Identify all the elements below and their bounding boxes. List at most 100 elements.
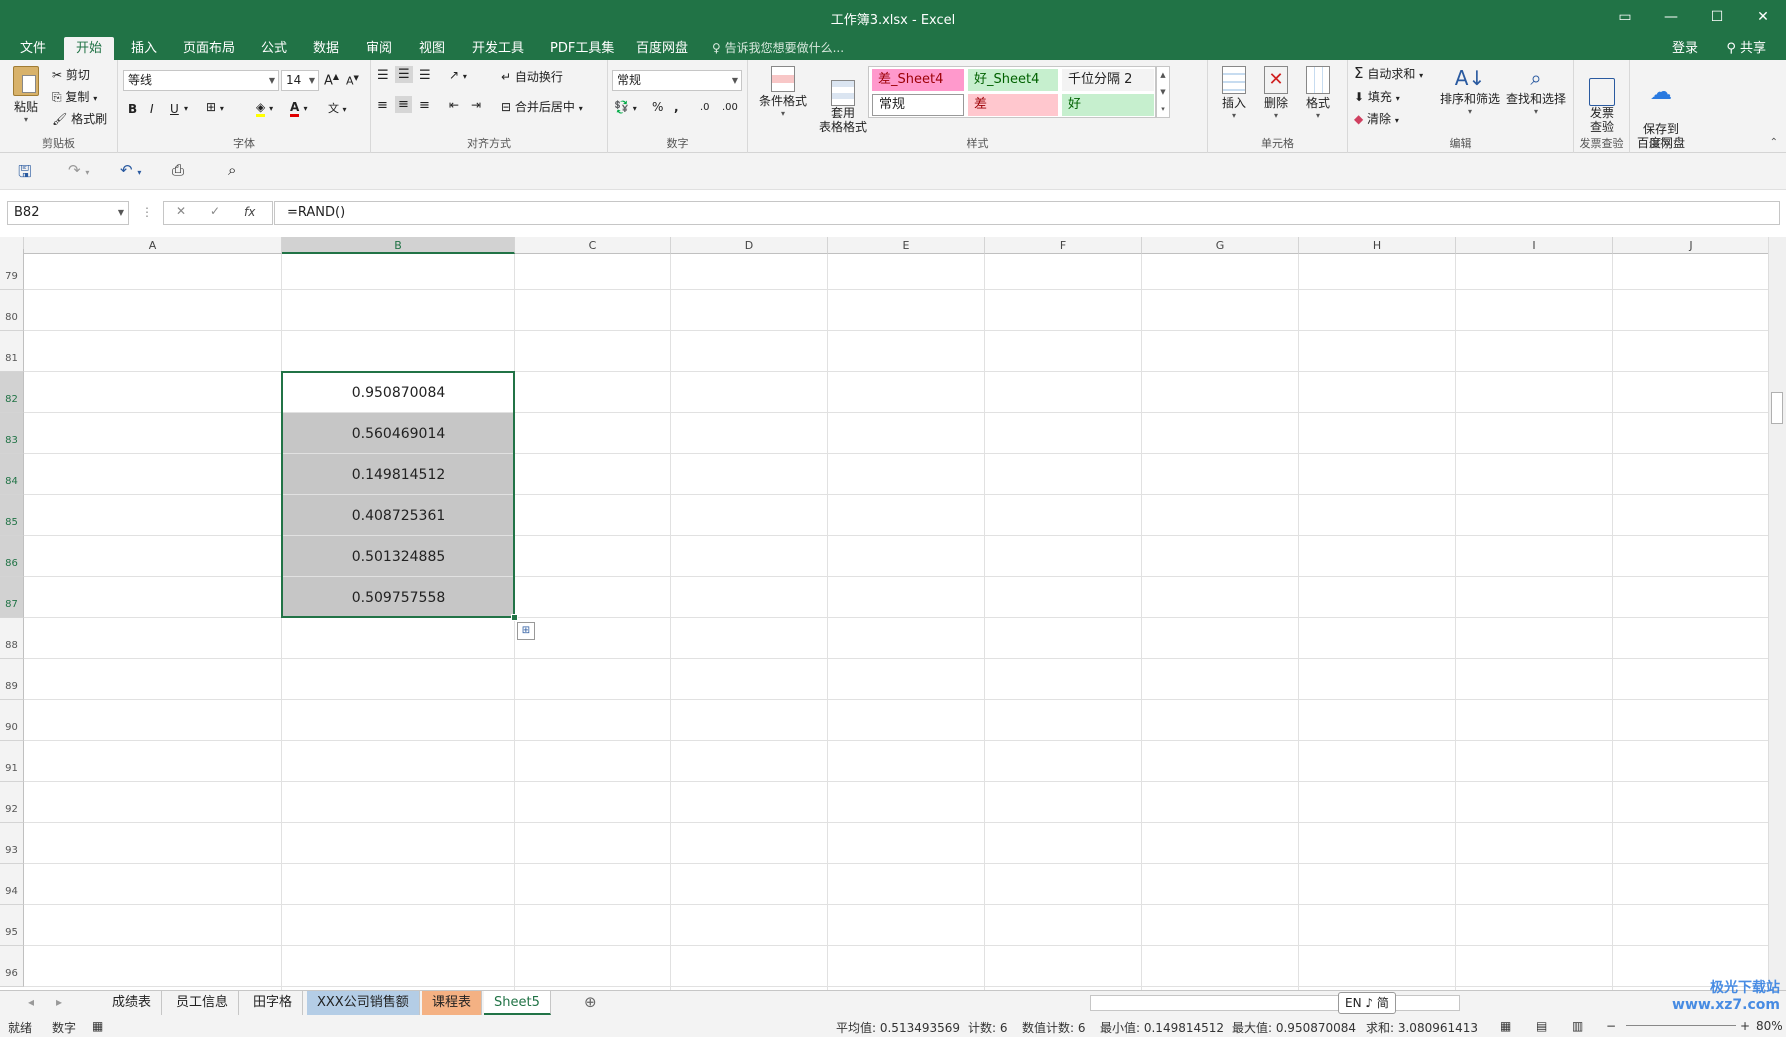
row-header-81[interactable]: 81 bbox=[0, 331, 24, 372]
find-select-button[interactable]: ⌕ 查找和选择 ▾ bbox=[1504, 66, 1568, 116]
column-header-d[interactable]: D bbox=[671, 237, 828, 254]
column-header-f[interactable]: F bbox=[985, 237, 1142, 254]
page-layout-view-icon[interactable]: ▤ bbox=[1536, 1019, 1547, 1033]
percent-button[interactable]: % bbox=[652, 100, 663, 114]
sheet-tab[interactable]: 课程表 bbox=[422, 991, 483, 1015]
tab-data[interactable]: 数据 bbox=[301, 37, 351, 60]
add-sheet-icon[interactable]: ⊕ bbox=[584, 993, 597, 1011]
phonetic-icon[interactable]: 文 ▾ bbox=[328, 100, 347, 116]
style-cell-good-sheet4[interactable]: 好_Sheet4 bbox=[968, 69, 1058, 91]
wrap-text-button[interactable]: ↵ 自动换行 bbox=[501, 68, 563, 85]
insert-cells-button[interactable]: 插入 ▾ bbox=[1216, 66, 1252, 120]
row-header-83[interactable]: 83 bbox=[0, 413, 24, 454]
row-header-84[interactable]: 84 bbox=[0, 454, 24, 495]
underline-dropdown[interactable]: ▾ bbox=[184, 104, 188, 113]
insert-function-icon[interactable]: fx bbox=[244, 205, 255, 219]
column-header-h[interactable]: H bbox=[1299, 237, 1456, 254]
tab-insert[interactable]: 插入 bbox=[119, 37, 169, 60]
row-header-90[interactable]: 90 bbox=[0, 700, 24, 741]
page-break-view-icon[interactable]: ▥ bbox=[1572, 1019, 1583, 1033]
column-header-b[interactable]: B bbox=[282, 237, 515, 254]
align-left-icon[interactable]: ≡ bbox=[377, 98, 388, 113]
zoom-preview-icon[interactable]: ⌕ bbox=[228, 161, 236, 179]
row-header-92[interactable]: 92 bbox=[0, 782, 24, 823]
sheet-tab[interactable]: 员工信息 bbox=[166, 991, 240, 1015]
column-header-j[interactable]: J bbox=[1613, 237, 1768, 254]
close-icon[interactable]: ✕ bbox=[1740, 0, 1786, 34]
decrease-indent-icon[interactable]: ⇤ bbox=[449, 98, 459, 112]
align-center-icon[interactable]: ≡ bbox=[395, 96, 412, 113]
tab-pdf-tools[interactable]: PDF工具集 bbox=[538, 37, 626, 60]
underline-button[interactable]: U bbox=[170, 102, 179, 116]
font-color-icon[interactable]: A ▾ bbox=[290, 100, 308, 117]
row-header-89[interactable]: 89 bbox=[0, 659, 24, 700]
format-cells-button[interactable]: 格式 ▾ bbox=[1300, 66, 1336, 120]
accounting-icon[interactable]: 💱 ▾ bbox=[614, 100, 637, 114]
tab-page-layout[interactable]: 页面布局 bbox=[171, 37, 247, 60]
quick-analysis-icon[interactable]: ⊞ bbox=[517, 622, 535, 640]
style-cell-bad-sheet4[interactable]: 差_Sheet4 bbox=[872, 69, 964, 91]
redo-icon[interactable]: ↷ ▾ bbox=[68, 161, 89, 179]
column-header-i[interactable]: I bbox=[1456, 237, 1613, 254]
column-header-e[interactable]: E bbox=[828, 237, 985, 254]
style-cell-bad[interactable]: 差 bbox=[968, 94, 1058, 116]
italic-button[interactable]: I bbox=[150, 102, 154, 116]
orientation-icon[interactable]: ↗ ▾ bbox=[449, 68, 467, 82]
ribbon-display-icon[interactable]: ▭ bbox=[1602, 0, 1648, 34]
scroll-thumb[interactable] bbox=[1771, 392, 1783, 424]
tab-review[interactable]: 审阅 bbox=[354, 37, 404, 60]
macro-record-icon[interactable]: ▦ bbox=[92, 1019, 103, 1033]
style-cell-normal[interactable]: 常规 bbox=[872, 94, 964, 116]
worksheet-grid[interactable]: A B C D E F G H I J 79 80 81 82 83 84 85 86 87 88 89 90 91 92 93… bbox=[0, 237, 1768, 990]
sheet-tab[interactable]: 田字格 bbox=[243, 991, 304, 1015]
print-preview-icon[interactable]: ⎙ bbox=[172, 161, 184, 179]
row-header-96[interactable]: 96 bbox=[0, 946, 24, 987]
align-top-icon[interactable]: ☰ bbox=[377, 68, 389, 83]
row-header-93[interactable]: 93 bbox=[0, 823, 24, 864]
delete-cells-button[interactable]: ✕ 删除 ▾ bbox=[1258, 66, 1294, 120]
merge-center-button[interactable]: ⊟ 合并后居中 ▾ bbox=[501, 98, 583, 115]
tab-view[interactable]: 视图 bbox=[407, 37, 457, 60]
paste-button[interactable]: 粘贴 ▾ bbox=[10, 66, 42, 124]
vertical-scrollbar[interactable] bbox=[1768, 237, 1786, 990]
decrease-decimal-icon[interactable]: .00 bbox=[722, 102, 738, 113]
enter-icon[interactable]: ✓ bbox=[210, 204, 220, 218]
column-header-g[interactable]: G bbox=[1142, 237, 1299, 254]
zoom-out-icon[interactable]: − bbox=[1606, 1019, 1616, 1033]
normal-view-icon[interactable]: ▦ bbox=[1500, 1019, 1511, 1033]
collapse-ribbon-icon[interactable]: ⌃ bbox=[1770, 137, 1778, 148]
row-header-85[interactable]: 85 bbox=[0, 495, 24, 536]
column-header-c[interactable]: C bbox=[515, 237, 671, 254]
comma-button[interactable]: , bbox=[674, 100, 679, 114]
zoom-in-icon[interactable]: + bbox=[1740, 1019, 1750, 1033]
undo-icon[interactable]: ↶ ▾ bbox=[120, 161, 141, 179]
sheet-tab[interactable]: XXX公司销售额 bbox=[307, 991, 420, 1015]
sheet-tab[interactable]: 成绩表 bbox=[102, 991, 163, 1015]
font-name-select[interactable]: 等线 ▼ bbox=[123, 70, 279, 91]
name-box[interactable]: B82 ▼ bbox=[7, 201, 129, 225]
tab-baidu-netdisk[interactable]: 百度网盘 bbox=[624, 37, 700, 60]
tab-formulas[interactable]: 公式 bbox=[249, 37, 299, 60]
cut-button[interactable]: ✂ 剪切 bbox=[52, 66, 90, 83]
sheet-tab-active[interactable]: Sheet5 bbox=[484, 991, 551, 1015]
tab-file[interactable]: 文件 bbox=[8, 37, 58, 60]
number-format-select[interactable]: 常规 ▼ bbox=[612, 70, 742, 91]
row-header-91[interactable]: 91 bbox=[0, 741, 24, 782]
zoom-slider[interactable] bbox=[1626, 1025, 1736, 1026]
shrink-font-button[interactable]: A▼ bbox=[346, 74, 359, 88]
save-icon[interactable]: 🖫 bbox=[18, 161, 32, 188]
horizontal-scrollbar[interactable] bbox=[1090, 995, 1460, 1011]
increase-decimal-icon[interactable]: .0 bbox=[700, 102, 710, 113]
copy-button[interactable]: ⎘ 复制 ▾ bbox=[52, 88, 97, 105]
border-icon[interactable]: ⊞ ▾ bbox=[206, 100, 224, 114]
align-bottom-icon[interactable]: ☰ bbox=[419, 68, 431, 83]
tab-developer[interactable]: 开发工具 bbox=[460, 37, 536, 60]
login-link[interactable]: 登录 bbox=[1672, 37, 1698, 60]
gallery-scroll[interactable]: ▲ ▼ ▾ bbox=[1156, 66, 1170, 118]
minimize-icon[interactable]: — bbox=[1648, 0, 1694, 34]
style-cell-good[interactable]: 好 bbox=[1062, 94, 1154, 116]
cell-styles-gallery[interactable]: 差_Sheet4 好_Sheet4 千位分隔 2 常规 差 好 bbox=[868, 66, 1156, 118]
clear-button[interactable]: ◆ 清除 ▾ bbox=[1354, 110, 1399, 127]
row-header-94[interactable]: 94 bbox=[0, 864, 24, 905]
tell-me-input[interactable]: ♀ 告诉我您想要做什么... bbox=[712, 37, 844, 60]
